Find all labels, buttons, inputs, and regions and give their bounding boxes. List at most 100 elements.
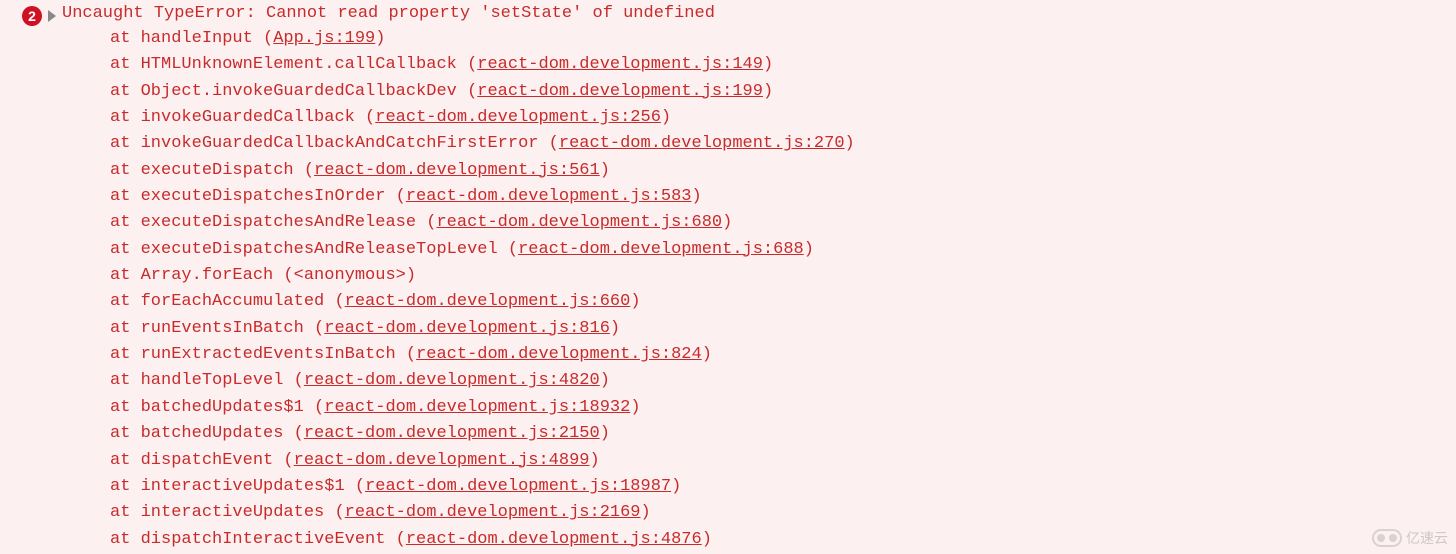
stack-function: executeDispatchesAndReleaseTopLevel — [141, 240, 498, 259]
stack-frame: at batchedUpdates (react-dom.development… — [110, 421, 1456, 447]
stack-at: at — [110, 371, 141, 390]
paren-close: ) — [763, 82, 773, 101]
stack-source-link[interactable]: react-dom.development.js:688 — [518, 240, 804, 259]
error-header: 2 Uncaught TypeError: Cannot read proper… — [0, 4, 1456, 26]
paren-close: ) — [722, 213, 732, 232]
stack-at: at — [110, 55, 141, 74]
stack-source-link[interactable]: react-dom.development.js:660 — [345, 292, 631, 311]
stack-at: at — [110, 477, 141, 496]
paren-close: ) — [641, 503, 651, 522]
paren-open: ( — [498, 240, 518, 259]
stack-source-link[interactable]: react-dom.development.js:2150 — [304, 424, 600, 443]
stack-frame: at Object.invokeGuardedCallbackDev (reac… — [110, 79, 1456, 105]
stack-frame: at runEventsInBatch (react-dom.developme… — [110, 316, 1456, 342]
paren-close: ) — [702, 530, 712, 549]
paren-open: ( — [345, 477, 365, 496]
paren-open: ( — [457, 55, 477, 74]
stack-at: at — [110, 161, 141, 180]
stack-at: at — [110, 398, 141, 417]
paren-close: ) — [763, 55, 773, 74]
stack-at: at — [110, 29, 141, 48]
stack-at: at — [110, 530, 141, 549]
stack-function: dispatchEvent — [141, 451, 274, 470]
stack-source-link[interactable]: react-dom.development.js:270 — [559, 134, 845, 153]
stack-source-link[interactable]: react-dom.development.js:4876 — [406, 530, 702, 549]
stack-function: batchedUpdates$1 — [141, 398, 304, 417]
paren-open: ( — [304, 319, 324, 338]
stack-function: interactiveUpdates$1 — [141, 477, 345, 496]
stack-frame: at HTMLUnknownElement.callCallback (reac… — [110, 52, 1456, 78]
stack-at: at — [110, 266, 141, 285]
paren-open: ( — [416, 213, 436, 232]
stack-source-link[interactable]: react-dom.development.js:18932 — [324, 398, 630, 417]
paren-close: ) — [845, 134, 855, 153]
stack-frame: at Array.forEach (<anonymous>) — [110, 263, 1456, 289]
stack-source-link[interactable]: react-dom.development.js:4820 — [304, 371, 600, 390]
disclosure-triangle-icon[interactable] — [48, 10, 56, 22]
stack-function: invokeGuardedCallback — [141, 108, 355, 127]
stack-source-link[interactable]: react-dom.development.js:561 — [314, 161, 600, 180]
paren-close: ) — [804, 240, 814, 259]
paren-open: ( — [385, 530, 405, 549]
paren-close: ) — [630, 398, 640, 417]
stack-function: executeDispatchesInOrder — [141, 187, 386, 206]
stack-at: at — [110, 187, 141, 206]
paren-open: ( — [304, 398, 324, 417]
paren-close: ) — [590, 451, 600, 470]
paren-open: ( — [253, 29, 273, 48]
paren-open: ( — [385, 187, 405, 206]
stack-function: HTMLUnknownElement.callCallback — [141, 55, 457, 74]
stack-source-link[interactable]: App.js:199 — [273, 29, 375, 48]
stack-frame: at invokeGuardedCallback (react-dom.deve… — [110, 105, 1456, 131]
stack-at: at — [110, 503, 141, 522]
stack-source-link[interactable]: react-dom.development.js:680 — [436, 213, 722, 232]
error-count-badge: 2 — [22, 6, 42, 26]
paren-open: ( — [273, 451, 293, 470]
stack-function: executeDispatch — [141, 161, 294, 180]
stack-function: handleTopLevel — [141, 371, 284, 390]
stack-source-link[interactable]: react-dom.development.js:4899 — [294, 451, 590, 470]
stack-source-link[interactable]: react-dom.development.js:816 — [324, 319, 610, 338]
error-message[interactable]: Uncaught TypeError: Cannot read property… — [62, 4, 715, 23]
stack-function: Array.forEach — [141, 266, 274, 285]
stack-at: at — [110, 319, 141, 338]
paren-open: ( — [538, 134, 558, 153]
paren-open: ( — [283, 371, 303, 390]
stack-function: interactiveUpdates — [141, 503, 325, 522]
paren-close: ) — [600, 424, 610, 443]
paren-close: ) — [692, 187, 702, 206]
stack-frame: at interactiveUpdates$1 (react-dom.devel… — [110, 474, 1456, 500]
stack-frame: at dispatchEvent (react-dom.development.… — [110, 448, 1456, 474]
stack-at: at — [110, 240, 141, 259]
stack-source-link[interactable]: react-dom.development.js:199 — [477, 82, 763, 101]
stack-frame: at batchedUpdates$1 (react-dom.developme… — [110, 395, 1456, 421]
stack-at: at — [110, 213, 141, 232]
paren-open: ( — [396, 345, 416, 364]
stack-at: at — [110, 82, 141, 101]
stack-frame: at executeDispatchesAndReleaseTopLevel (… — [110, 237, 1456, 263]
stack-function: runEventsInBatch — [141, 319, 304, 338]
stack-frame: at interactiveUpdates (react-dom.develop… — [110, 500, 1456, 526]
paren-open: ( — [283, 424, 303, 443]
stack-source-link[interactable]: react-dom.development.js:583 — [406, 187, 692, 206]
stack-function: Object.invokeGuardedCallbackDev — [141, 82, 457, 101]
stack-source-link[interactable]: react-dom.development.js:149 — [477, 55, 763, 74]
paren-close: ) — [375, 29, 385, 48]
stack-function: invokeGuardedCallbackAndCatchFirstError — [141, 134, 539, 153]
stack-frame: at handleTopLevel (react-dom.development… — [110, 368, 1456, 394]
stack-at: at — [110, 451, 141, 470]
stack-source-link[interactable]: react-dom.development.js:824 — [416, 345, 702, 364]
paren-close: ) — [671, 477, 681, 496]
stack-frame: at runExtractedEventsInBatch (react-dom.… — [110, 342, 1456, 368]
stack-source-link[interactable]: react-dom.development.js:18987 — [365, 477, 671, 496]
stack-function: runExtractedEventsInBatch — [141, 345, 396, 364]
stack-source-link[interactable]: react-dom.development.js:256 — [375, 108, 661, 127]
paren-close: ) — [661, 108, 671, 127]
stack-function: executeDispatchesAndRelease — [141, 213, 416, 232]
paren-open: ( — [355, 108, 375, 127]
stack-at: at — [110, 345, 141, 364]
paren-close: ) — [406, 266, 416, 285]
paren-open: ( — [294, 161, 314, 180]
stack-source-link[interactable]: react-dom.development.js:2169 — [345, 503, 641, 522]
stack-trace: at handleInput (App.js:199)at HTMLUnknow… — [0, 26, 1456, 553]
